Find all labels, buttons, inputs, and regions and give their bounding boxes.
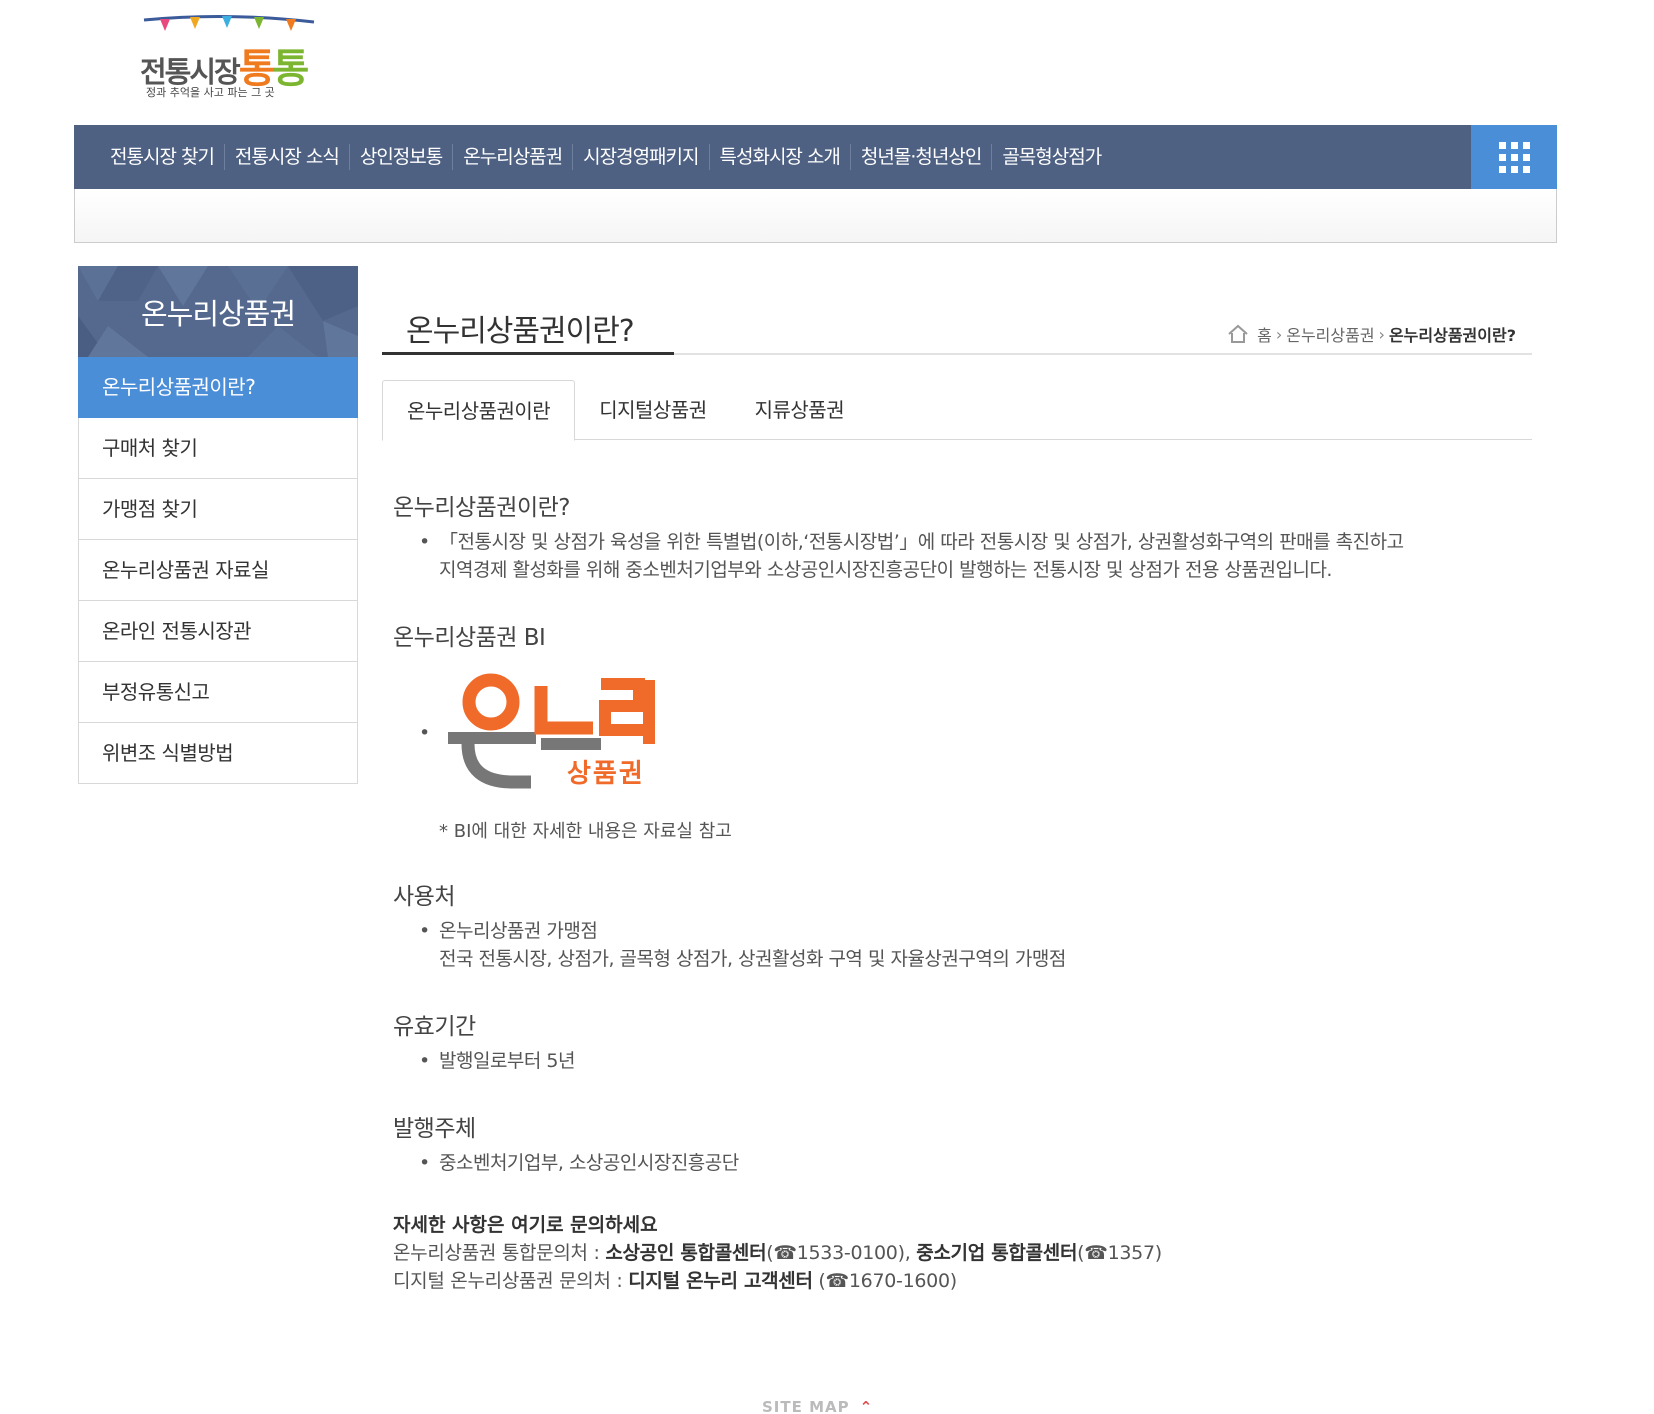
side-item-merchant-search[interactable]: 가맹점 찾기 xyxy=(78,479,358,540)
section-bi: 온누리상품권 BI • 상품권 * BI에 대한 자세한 내용은 자료실 참고 xyxy=(393,618,1523,843)
contact1-org2: 중소기업 통합콜센터 xyxy=(916,1242,1078,1264)
list-item: 중소벤처기업부, 소상공인시장진흥공단 xyxy=(419,1149,1523,1177)
section-heading: 온누리상품권 BI xyxy=(393,625,546,651)
contact2-label: 디지털 온누리상품권 문의처 : xyxy=(393,1270,629,1292)
contact2-org: 디지털 온누리 고객센터 xyxy=(628,1270,813,1292)
bi-note: * BI에 대한 자세한 내용은 자료실 참고 xyxy=(439,821,732,842)
side-item-illegal-report[interactable]: 부정유통신고 xyxy=(78,662,358,723)
gnb-item-market-news[interactable]: 전통시장 소식 xyxy=(223,144,349,170)
section-validity: 유효기간 발행일로부터 5년 xyxy=(393,1007,1523,1075)
main-navigation: 전통시장 찾기 전통시장 소식 상인정보통 온누리상품권 시장경영패키지 특성화… xyxy=(74,125,1557,189)
side-menu-title-text: 온누리상품권 xyxy=(140,296,296,331)
tab-what-is-onnuri[interactable]: 온누리상품권이란 xyxy=(382,380,576,441)
page-title: 온누리상품권이란? xyxy=(406,314,635,349)
side-item-archive[interactable]: 온누리상품권 자료실 xyxy=(78,540,358,601)
gnb-item-youth[interactable]: 청년몰·청년상인 xyxy=(849,144,991,170)
breadcrumb-level1[interactable]: 온누리상품권 xyxy=(1286,322,1374,346)
logo-brand-2: 통 xyxy=(272,46,310,92)
contact-line-1: 온누리상품권 통합문의처 : 소상공인 통합콜센터(☎1533-0100), 중… xyxy=(393,1239,1523,1267)
sub-menu-bar xyxy=(74,189,1557,243)
breadcrumb-home[interactable]: 홈 xyxy=(1257,322,1272,346)
section-heading: 유효기간 xyxy=(393,1014,476,1040)
grid-icon xyxy=(1498,141,1530,173)
sec3-line1: 온누리상품권 가맹점 xyxy=(439,920,598,942)
logo-tagline: 정과 추억을 사고 파는 그 곳 xyxy=(146,86,275,99)
sec3-line2: 전국 전통시장, 상점가, 골목형 상점가, 상권활성화 구역 및 자율상권구역… xyxy=(439,948,1066,970)
contact-line-2: 디지털 온누리상품권 문의처 : 디지털 온누리 고객센터 (☎1670-160… xyxy=(393,1267,1523,1295)
main-content: 온누리상품권이란? 「전통시장 및 상점가 육성을 위한 특별법(이하,‘전통시… xyxy=(393,488,1523,1295)
contact1-tel1[interactable]: (☎1533-0100), xyxy=(766,1242,916,1264)
bi-logo-row: • 상품권 xyxy=(393,670,1523,805)
chevron-right-icon: › xyxy=(1378,324,1385,344)
sec1-line2: 지역경제 활성화를 위해 중소벤처기업부와 소상공인시장진흥공단이 발행하는 전… xyxy=(439,559,1332,581)
contact1-org1: 소상공인 통합콜센터 xyxy=(605,1242,767,1264)
gnb-item-package[interactable]: 시장경영패키지 xyxy=(572,144,708,170)
section-contact: 자세한 사항은 여기로 문의하세요 온누리상품권 통합문의처 : 소상공인 통합… xyxy=(393,1211,1523,1295)
home-icon[interactable] xyxy=(1227,324,1249,344)
sitemap-label: SITE MAP xyxy=(762,1398,850,1414)
section-issuer: 발행주체 중소벤처기업부, 소상공인시장진흥공단 xyxy=(393,1109,1523,1177)
section-heading: 온누리상품권이란? xyxy=(393,495,571,521)
side-menu-title: 온누리상품권 xyxy=(78,266,358,357)
gnb-item-merchant-info[interactable]: 상인정보통 xyxy=(348,144,452,170)
all-menu-button[interactable] xyxy=(1471,125,1557,189)
breadcrumb: 홈 › 온누리상품권 › 온누리상품권이란? xyxy=(1227,322,1516,346)
tab-paper[interactable]: 지류상품권 xyxy=(731,380,869,440)
chevron-up-icon: ⌃ xyxy=(859,1398,874,1414)
chevron-right-icon: › xyxy=(1275,324,1283,344)
side-item-what-is-onnuri[interactable]: 온누리상품권이란? xyxy=(78,357,358,418)
gnb-item-special-market[interactable]: 특성화시장 소개 xyxy=(708,144,850,170)
section-heading: 사용처 xyxy=(393,884,455,910)
contact-title: 자세한 사항은 여기로 문의하세요 xyxy=(393,1214,658,1236)
sec1-line1: 「전통시장 및 상점가 육성을 위한 특별법(이하,‘전통시장법’」에 따라 전… xyxy=(439,531,1404,553)
title-underline xyxy=(382,352,674,355)
section-what-is: 온누리상품권이란? 「전통시장 및 상점가 육성을 위한 특별법(이하,‘전통시… xyxy=(393,488,1523,584)
site-logo[interactable]: 전통시장통통 정과 추억을 사고 파는 그 곳 xyxy=(138,14,318,104)
section-heading: 발행주체 xyxy=(393,1116,476,1142)
contact2-tel[interactable]: (☎1670-1600) xyxy=(813,1270,957,1292)
side-menu: 온누리상품권 온누리상품권이란? 구매처 찾기 가맹점 찾기 온누리상품권 자료… xyxy=(78,266,358,784)
bunting-flags-icon xyxy=(143,14,315,31)
side-item-purchase-place[interactable]: 구매처 찾기 xyxy=(78,418,358,479)
section-usage: 사용처 온누리상품권 가맹점 전국 전통시장, 상점가, 골목형 상점가, 상권… xyxy=(393,877,1523,973)
bi-logo-subtext: 상품권 xyxy=(567,759,645,789)
breadcrumb-current: 온누리상품권이란? xyxy=(1388,326,1516,345)
list-item: 온누리상품권 가맹점 전국 전통시장, 상점가, 골목형 상점가, 상권활성화 … xyxy=(419,917,1523,973)
gnb-item-alley[interactable]: 골목형상점가 xyxy=(991,144,1111,170)
gnb-item-market-search[interactable]: 전통시장 찾기 xyxy=(102,144,224,170)
onnuri-bi-logo: 상품권 xyxy=(448,673,655,789)
contact1-label: 온누리상품권 통합문의처 : xyxy=(393,1242,606,1264)
list-item: 발행일로부터 5년 xyxy=(419,1047,1523,1075)
content-tabs: 온누리상품권이란 디지털상품권 지류상품권 xyxy=(382,380,1532,441)
page-header: 온누리상품권이란? 홈 › 온누리상품권 › 온누리상품권이란? xyxy=(382,300,1532,355)
side-item-online-market[interactable]: 온라인 전통시장관 xyxy=(78,601,358,662)
contact1-tel2[interactable]: (☎1357) xyxy=(1077,1242,1162,1264)
gnb-item-onnuri[interactable]: 온누리상품권 xyxy=(452,144,572,170)
list-item: 「전통시장 및 상점가 육성을 위한 특별법(이하,‘전통시장법’」에 따라 전… xyxy=(419,528,1523,584)
tab-digital[interactable]: 디지털상품권 xyxy=(575,380,730,440)
bullet: • xyxy=(419,722,431,744)
side-item-counterfeit[interactable]: 위변조 식별방법 xyxy=(78,723,358,784)
sitemap-button[interactable]: SITE MAP ⌃ xyxy=(762,1398,873,1414)
